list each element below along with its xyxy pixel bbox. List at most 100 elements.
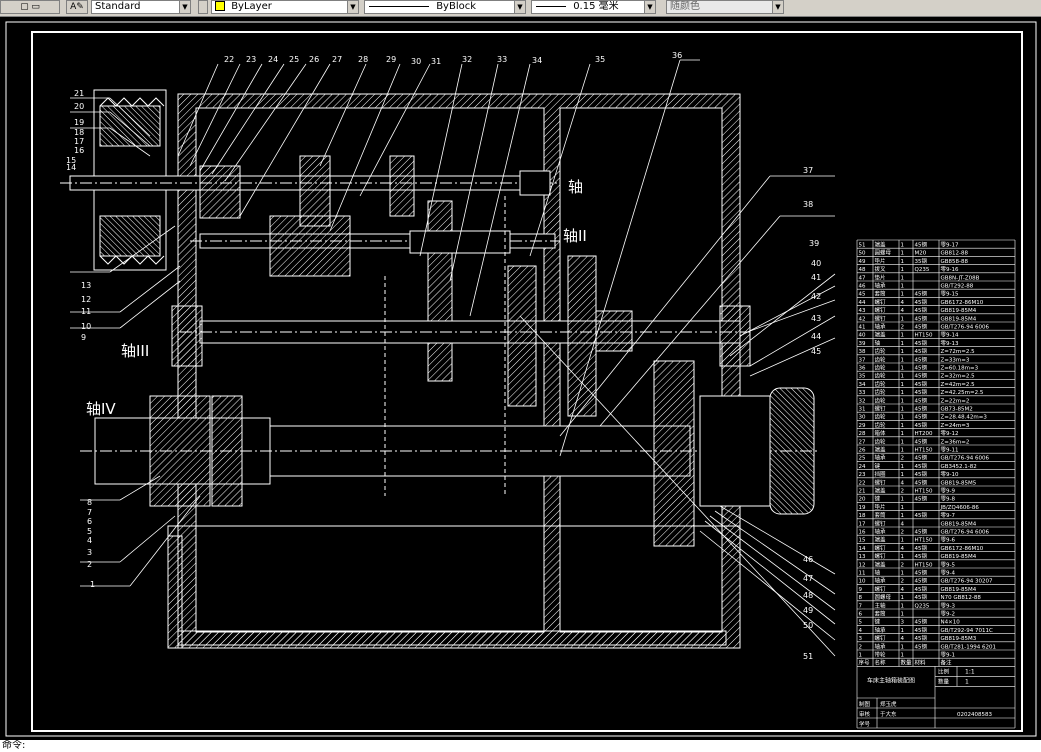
parts-table-cell: Z=24m=3 <box>941 423 970 429</box>
parts-table-cell: 40 <box>859 333 866 339</box>
parts-table-cell: 1 <box>901 612 905 618</box>
callout-label: 3 <box>87 548 92 557</box>
designer-value: 郑玉虎 <box>880 700 897 708</box>
parts-table-cell: 45钢 <box>915 290 928 298</box>
chevron-down-icon[interactable]: ▼ <box>514 1 525 13</box>
parts-table-cell: 螺钉 <box>875 478 887 486</box>
parts-table-cell: 端盖 <box>875 446 887 454</box>
parts-table-cell: 1 <box>901 284 905 290</box>
parts-table-cell: 零9-6 <box>941 537 956 544</box>
chevron-down-icon[interactable]: ▼ <box>772 1 783 13</box>
parts-table-cell: Q235 <box>915 603 930 609</box>
parts-table-cell: 45钢 <box>915 626 928 634</box>
parts-table-cell: GB73-85M2 <box>941 407 973 413</box>
parts-table-cell: 15 <box>859 538 866 544</box>
plotstyle-select[interactable]: 随颜色 ▼ <box>666 0 784 14</box>
parts-table-cell: 39 <box>859 341 866 347</box>
callouts-left: 21 20 19 18 17 16 15 14 13 12 11 10 9 8 … <box>66 89 95 589</box>
linetype-select[interactable]: ByBlock ▼ <box>364 0 526 14</box>
callout-label: 32 <box>462 55 472 64</box>
parts-table-cell: 4 <box>859 628 863 634</box>
parts-table-cell: Z=42.25m=2.5 <box>941 390 984 396</box>
chevron-down-icon[interactable]: ▼ <box>179 1 190 13</box>
parts-table-cell: 1 <box>901 603 905 609</box>
parts-table-cell: 12 <box>859 562 866 568</box>
parts-table-cell: GB819-85M3 <box>941 636 977 642</box>
parts-table-cell: 45钢 <box>915 437 928 445</box>
callout-label: 27 <box>332 55 342 64</box>
parts-table-cell: N4×10 <box>941 620 961 626</box>
parts-table-cell: Z=42m=2.5 <box>941 382 976 388</box>
drawing-svg[interactable]: 轴 轴II 轴III 轴IV 22 23 24 25 26 27 28 29 3… <box>0 16 1041 740</box>
toolbar-left-button[interactable]: ▢ ▭ <box>0 0 60 14</box>
parts-table-cell: GB/T276-94 30207 <box>941 579 993 585</box>
parts-table-cell: 45钢 <box>915 569 928 577</box>
parts-table-cell: 29 <box>859 423 866 429</box>
callout-label: 29 <box>386 55 396 64</box>
color-value: ByLayer <box>231 1 272 12</box>
parts-table-cell: 1 <box>901 374 905 380</box>
parts-table-cell: 45钢 <box>915 396 928 404</box>
parts-table-cell: 45钢 <box>915 364 928 372</box>
parts-table-cell: 47 <box>859 275 866 281</box>
parts-table-cell: GB819-85M5 <box>941 480 977 486</box>
parts-table-cell: 7 <box>859 603 863 609</box>
parts-table-cell: 44 <box>859 300 866 306</box>
parts-table-header-cell: 数量 <box>901 659 913 667</box>
parts-table-cell: 零9-1 <box>941 652 955 659</box>
drawing-canvas[interactable]: 轴 轴II 轴III 轴IV 22 23 24 25 26 27 28 29 3… <box>0 16 1041 740</box>
callout-label: 44 <box>811 332 821 341</box>
text-style-value: Standard <box>95 1 141 12</box>
parts-table-cell: 螺钉 <box>875 585 887 593</box>
parts-table-cell: 零9-16 <box>941 266 959 273</box>
callout-label: 1 <box>90 580 95 589</box>
parts-table-cell: 轴承 <box>875 323 887 331</box>
callout-label: 17 <box>74 137 84 146</box>
callout-label: 37 <box>803 166 813 175</box>
parts-table-cell: 齿轮 <box>875 372 887 380</box>
parts-table-cell: 45钢 <box>915 421 928 429</box>
properties-toolbar: ▢ ▭ A✎ Standard ▼ ByLayer ▼ ByBlock ▼ 0.… <box>0 0 1041 17</box>
callout-label: 49 <box>803 606 813 615</box>
parts-table-cell: GB/T292-94 7011C <box>941 628 993 634</box>
parts-table-cell: 套筒 <box>875 290 887 298</box>
parts-table-cell: 零9-15 <box>941 291 959 298</box>
text-style-icon: A✎ <box>70 2 84 12</box>
parts-table-cell: 45钢 <box>915 323 928 331</box>
parts-table-cell: 键 <box>875 618 881 626</box>
parts-table-cell: GB6172-86M10 <box>941 300 984 306</box>
parts-table-cell: 45钢 <box>915 642 928 650</box>
lineweight-select[interactable]: 0.15 毫米 ▼ <box>531 0 656 14</box>
parts-table-cell: 42 <box>859 316 866 322</box>
parts-table-cell: 43 <box>859 308 866 314</box>
text-style-manager-button[interactable]: A✎ <box>66 0 88 14</box>
callout-label: 28 <box>358 55 368 64</box>
parts-table-cell: 零9-11 <box>941 447 959 454</box>
parts-table-cell: 螺钉 <box>875 552 887 560</box>
callout-label: 43 <box>811 314 821 323</box>
parts-table-cell: 45钢 <box>915 380 928 388</box>
color-select[interactable]: ByLayer ▼ <box>211 0 359 14</box>
parts-table-cell: 8 <box>859 595 863 601</box>
parts-table-cell: 1 <box>901 251 905 257</box>
parts-table-cell: 45钢 <box>915 511 928 519</box>
parts-table-cell: 螺钉 <box>875 405 887 413</box>
text-style-select[interactable]: Standard ▼ <box>91 0 191 14</box>
parts-table-header-cell: 名称 <box>875 659 887 667</box>
parts-table-cell: 45钢 <box>915 618 928 626</box>
parts-table-cell: 1 <box>859 653 863 659</box>
parts-table-cell: 4 <box>901 308 905 314</box>
callout-label: 16 <box>74 146 84 155</box>
chevron-down-icon[interactable]: ▼ <box>644 1 655 13</box>
parts-table-cell: GB8N-JT-Z08B <box>941 275 980 281</box>
parts-table-cell: GB819-85M4 <box>941 308 977 314</box>
command-line[interactable]: 命令: <box>0 740 1041 752</box>
parts-table-cell: 24 <box>859 464 866 470</box>
parts-table-cell: 45钢 <box>915 544 928 552</box>
parts-table-cell: 1 <box>901 316 905 322</box>
callout-label: 21 <box>74 89 84 98</box>
chevron-down-icon[interactable]: ▼ <box>347 1 358 13</box>
parts-table-cell: 螺钉 <box>875 544 887 552</box>
callout-label: 2 <box>87 560 92 569</box>
parts-table-cell: 2 <box>901 530 905 536</box>
